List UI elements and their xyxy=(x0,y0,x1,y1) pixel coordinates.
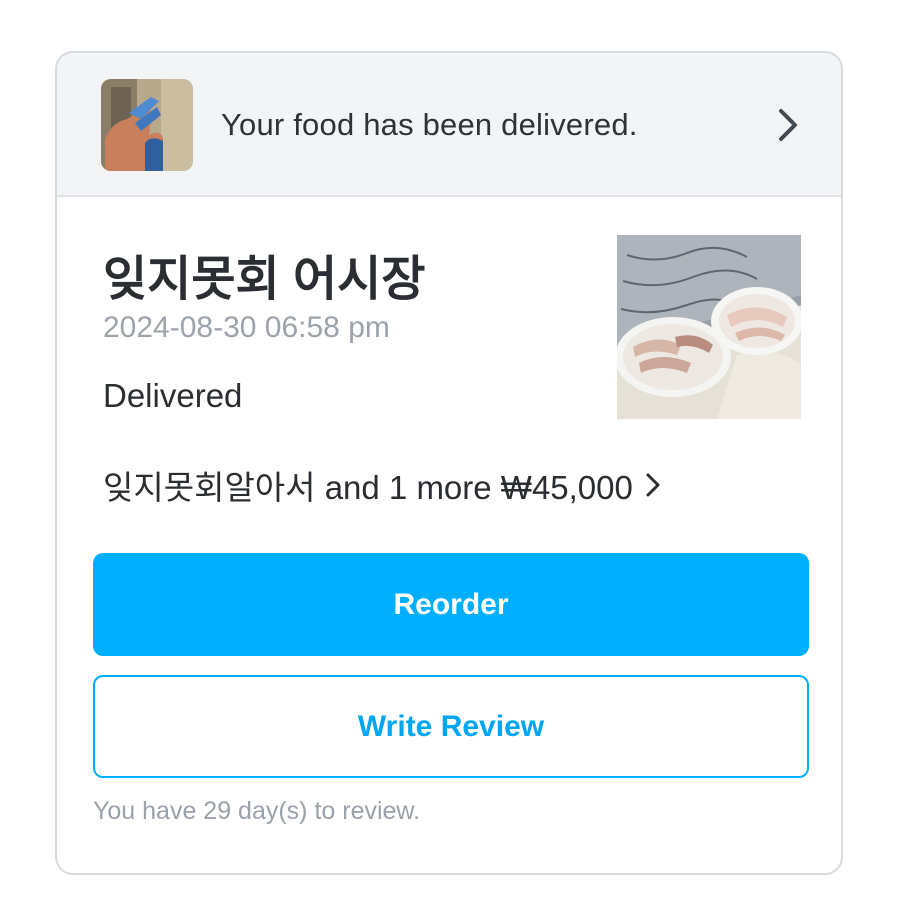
order-status: Delivered xyxy=(103,377,243,414)
delivery-photo-thumbnail xyxy=(101,79,193,171)
review-deadline-note: You have 29 day(s) to review. xyxy=(93,797,421,825)
sashimi-photo-icon xyxy=(617,235,801,419)
store-name[interactable]: 잊지못회 어시장 xyxy=(103,239,425,309)
order-date: 2024-08-30 06:58 pm xyxy=(103,311,390,344)
sashimi-platter-photo xyxy=(617,235,801,419)
order-items-summary[interactable]: 잊지못회알아서 and 1 more ₩45,000 xyxy=(103,461,663,509)
order-items-text: 잊지못회알아서 and 1 more ₩45,000 xyxy=(103,469,633,506)
delivery-status-message: Your food has been delivered. xyxy=(221,107,638,142)
delivery-photo-icon xyxy=(101,79,193,171)
delivery-banner[interactable]: Your food has been delivered. xyxy=(57,53,841,197)
chevron-right-icon xyxy=(646,473,660,497)
chevron-right-icon xyxy=(779,109,797,141)
reorder-button[interactable]: Reorder xyxy=(93,553,809,656)
order-card: Your food has been delivered. 잊지못회 어시장 2… xyxy=(55,51,843,875)
write-review-button[interactable]: Write Review xyxy=(93,675,809,778)
